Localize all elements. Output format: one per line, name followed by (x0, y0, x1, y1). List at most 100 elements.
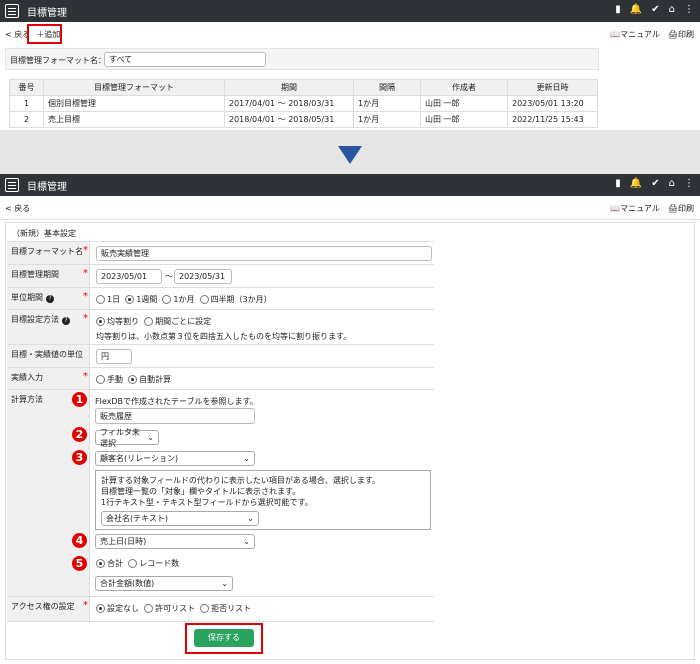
divider (0, 219, 700, 220)
radio-count[interactable]: レコード数 (128, 559, 179, 568)
app-title: 目標管理 (27, 7, 67, 19)
help-icon: ? (46, 295, 54, 303)
row-access: アクセス権の設定 * 設定なし 許可リスト 拒否リスト (7, 596, 434, 622)
agg-field-select[interactable]: 合計金額(数値) ⌄ (95, 576, 233, 591)
period-to-input[interactable]: 2023/05/31 (174, 269, 232, 284)
top-header: 目標管理 ▮ 🔔 ✔ ⌂ ⋮ (0, 0, 700, 22)
print-link[interactable]: 🖨印刷 (668, 203, 694, 214)
radio-1month[interactable]: 1か月 (162, 295, 194, 304)
table-input[interactable]: 販売履歴 (95, 408, 255, 424)
label: 目標管理期間 (7, 265, 90, 287)
label: 目標フォーマット名 (7, 242, 90, 264)
hamburger-menu-icon[interactable] (5, 4, 19, 18)
radio-1day[interactable]: 1日 (96, 295, 120, 304)
bell-icon[interactable]: 🔔 (630, 4, 642, 15)
top-subbar: < 戻る ＋追加 📖マニュアル 🖨印刷 (0, 24, 700, 44)
chevron-down-icon: ⌄ (243, 454, 250, 463)
filter-select[interactable]: フィルタ未選択 ⌄ (95, 428, 159, 448)
highlight-save (185, 623, 263, 654)
period-separator: ～ (165, 272, 173, 281)
target-help-box: 計算する対象フィールドの代わりに表示したい項目がある場合、選択します。 目標管理… (95, 470, 431, 530)
display-select[interactable]: 会社名(テキスト) ⌄ (101, 511, 259, 526)
chevron-down-icon: ⌄ (221, 579, 228, 588)
col-header: 番号 (9, 79, 44, 96)
radio-allow[interactable]: 許可リスト (144, 604, 195, 613)
label: 単位期間? (7, 288, 90, 309)
required-mark: * (83, 371, 88, 382)
header-icons: ▮ 🔔 ✔ ⌂ ⋮ (615, 4, 694, 15)
app-title: 目標管理 (27, 181, 67, 193)
row-period: 目標管理期間 * 2023/05/01 ～ 2023/05/31 (7, 264, 434, 287)
check-icon[interactable]: ✔ (651, 4, 659, 15)
section-title: （新規）基本設定 (12, 229, 76, 238)
back-link[interactable]: < 戻る (5, 203, 30, 214)
date-select[interactable]: 売上日(日時) ⌄ (95, 534, 255, 549)
radio-none[interactable]: 設定なし (96, 604, 139, 613)
required-mark: * (83, 291, 88, 302)
down-arrow-icon (338, 146, 362, 164)
print-link[interactable]: 🖨印刷 (668, 29, 694, 40)
table-row[interactable]: 2 売上目標 2018/04/01 ～ 2018/05/31 1か月 山田 一郎… (9, 111, 598, 128)
agg-radios: 合計 レコード数 (96, 558, 179, 569)
help-icon: ? (62, 317, 70, 325)
radio-auto[interactable]: 自動計算 (128, 375, 171, 384)
home-icon[interactable]: ⌂ (669, 4, 675, 15)
chevron-down-icon: ⌄ (147, 433, 154, 442)
bottom-header: 目標管理 ▮ 🔔 ✔ ⌂ ⋮ (0, 174, 700, 196)
more-icon[interactable]: ⋮ (684, 178, 694, 189)
row-calc: 計算方法 FlexDBで作成されたテーブルを参照します。 販売履歴 フィルタ未選… (7, 389, 434, 596)
method-note: 均等割りは、小数点第３位を四捨五入したものを均等に割り振ります。 (96, 332, 352, 341)
access-radios: 設定なし 許可リスト 拒否リスト (96, 603, 251, 614)
highlight-add (27, 24, 62, 44)
bell-icon[interactable]: 🔔 (630, 178, 642, 189)
required-mark: * (83, 313, 88, 324)
filter-bar: 目標管理フォーマット名： すべて (5, 48, 599, 70)
manual-link[interactable]: 📖マニュアル (610, 203, 660, 214)
col-header: 作成者 (420, 79, 508, 96)
marker-2: 2 (72, 427, 87, 442)
marker-1: 1 (72, 392, 87, 407)
format-name-input[interactable]: 販売実績管理 (96, 246, 432, 261)
home-icon[interactable]: ⌂ (669, 178, 675, 189)
required-mark: * (83, 600, 88, 611)
bottom-subbar: < 戻る 📖マニュアル 🖨印刷 (0, 198, 700, 218)
radio-deny[interactable]: 拒否リスト (200, 604, 251, 613)
col-header: 間隔 (353, 79, 421, 96)
unit-value-input[interactable]: 円 (96, 349, 132, 364)
manual-link[interactable]: 📖マニュアル (610, 29, 660, 40)
unit-radios: 1日 1週間 1か月 四半期（3か月） (96, 294, 272, 305)
chevron-down-icon: ⌄ (243, 537, 250, 546)
check-icon[interactable]: ✔ (651, 178, 659, 189)
label: 目標・実績値の単位 (7, 345, 90, 367)
row-method: 目標設定方法? * 均等割り 期間ごとに設定 均等割りは、小数点第３位を四捨五入… (7, 309, 434, 344)
label: アクセス権の設定 (7, 597, 90, 621)
radio-quarter[interactable]: 四半期（3か月） (199, 295, 272, 304)
radio-per-period[interactable]: 期間ごとに設定 (144, 317, 211, 326)
label: 目標設定方法? (7, 310, 90, 344)
note-line: 目標管理一覧の「対象」欄やタイトルに表示されます。 (101, 487, 301, 496)
radio-equal[interactable]: 均等割り (96, 317, 139, 326)
bookmark-icon[interactable]: ▮ (615, 4, 621, 15)
marker-5: 5 (72, 556, 87, 571)
note-line: 1行テキスト型・テキスト型フィールドから選択可能です。 (101, 498, 313, 507)
table-row[interactable]: 1 個別目標管理 2017/04/01 ～ 2018/03/31 1か月 山田 … (9, 95, 598, 112)
col-header: 目標管理フォーマット (43, 79, 225, 96)
chevron-down-icon: ⌄ (247, 514, 254, 523)
radio-sum[interactable]: 合計 (96, 559, 123, 568)
radio-manual[interactable]: 手動 (96, 375, 123, 384)
hamburger-menu-icon[interactable] (5, 178, 19, 192)
col-header: 更新日時 (507, 79, 598, 96)
more-icon[interactable]: ⋮ (684, 4, 694, 15)
row-unit-period: 単位期間? * 1日 1週間 1か月 四半期（3か月） (7, 287, 434, 309)
format-filter-input[interactable]: すべて (104, 52, 266, 67)
radio-1week[interactable]: 1週間 (125, 295, 157, 304)
method-radios: 均等割り 期間ごとに設定 (96, 316, 211, 327)
col-header: 期間 (224, 79, 354, 96)
period-from-input[interactable]: 2023/05/01 (96, 269, 162, 284)
note-line: 計算する対象フィールドの代わりに表示したい項目がある場合、選択します。 (101, 476, 381, 485)
target-select[interactable]: 顧客名(リレーション) ⌄ (95, 451, 255, 466)
required-mark: * (83, 245, 88, 256)
marker-3: 3 (72, 450, 87, 465)
bookmark-icon[interactable]: ▮ (615, 178, 621, 189)
calc-note: FlexDBで作成されたテーブルを参照します。 (95, 397, 258, 406)
